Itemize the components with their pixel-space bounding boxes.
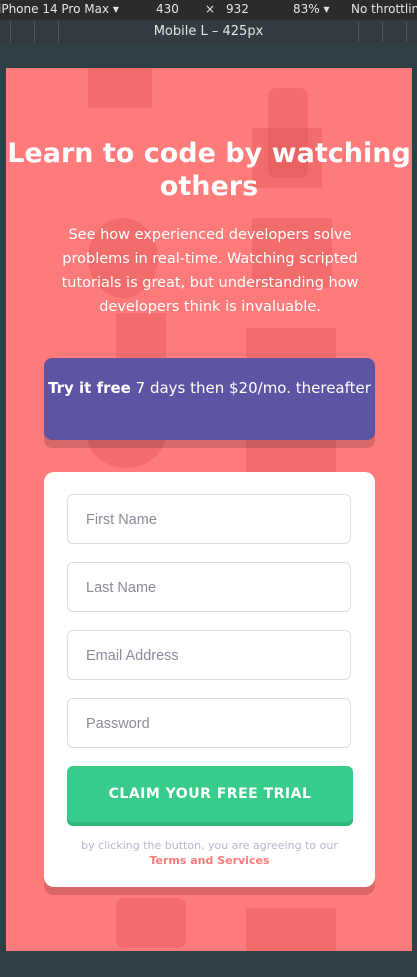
- device-name: iPhone 14 Pro Max: [0, 2, 110, 16]
- last-name-input[interactable]: [84, 563, 338, 613]
- device-canvas: Learn to code by watching others See how…: [0, 44, 417, 977]
- page-viewport: Learn to code by watching others See how…: [6, 68, 412, 951]
- trial-banner: Try it free 7 days then $20/mo. thereaft…: [44, 358, 375, 440]
- device-selector[interactable]: iPhone 14 Pro Max ▾: [0, 2, 119, 16]
- last-name-field: [67, 562, 351, 613]
- viewport-width[interactable]: 430: [156, 2, 179, 16]
- bg-small-shape: [116, 313, 166, 363]
- viewport-height[interactable]: 932: [226, 2, 249, 16]
- breakpoint-label[interactable]: Mobile L – 425px: [0, 24, 417, 39]
- password-field: [67, 698, 351, 749]
- terms-notice: by clicking the button, you are agreeing…: [44, 838, 375, 868]
- hero-title: Learn to code by watching others: [7, 138, 411, 202]
- trial-details: 7 days then $20/mo. thereafter: [130, 379, 371, 397]
- bg-small-shape: [116, 898, 186, 948]
- zoom-value: 83%: [293, 2, 320, 16]
- zoom-selector[interactable]: 83% ▾: [293, 2, 330, 16]
- email-field: [67, 630, 351, 681]
- terms-text: by clicking the button, you are agreeing…: [81, 839, 338, 852]
- dimension-separator: ×: [205, 2, 216, 16]
- first-name-field: [67, 494, 351, 545]
- trial-bold: Try it free: [48, 379, 131, 397]
- signup-form: CLAIM YOUR FREE TRIAL by clicking the bu…: [44, 472, 375, 887]
- email-input[interactable]: [84, 631, 338, 681]
- bg-house-shape: [88, 68, 152, 108]
- first-name-input[interactable]: [84, 495, 338, 545]
- claim-trial-button[interactable]: CLAIM YOUR FREE TRIAL: [67, 766, 353, 822]
- trial-text: Try it free 7 days then $20/mo. thereaft…: [44, 376, 375, 400]
- hero-subtitle: See how experienced developers solve pro…: [61, 227, 359, 315]
- terms-link[interactable]: Terms and Services: [44, 853, 375, 868]
- devtools-toolbar: iPhone 14 Pro Max ▾ 430 × 932 83% ▾ No t…: [0, 0, 417, 20]
- password-input[interactable]: [84, 699, 338, 749]
- throttle-selector[interactable]: No throttling: [351, 2, 417, 16]
- bg-block-shape: [246, 908, 336, 951]
- media-query-bar: Mobile L – 425px: [0, 20, 417, 44]
